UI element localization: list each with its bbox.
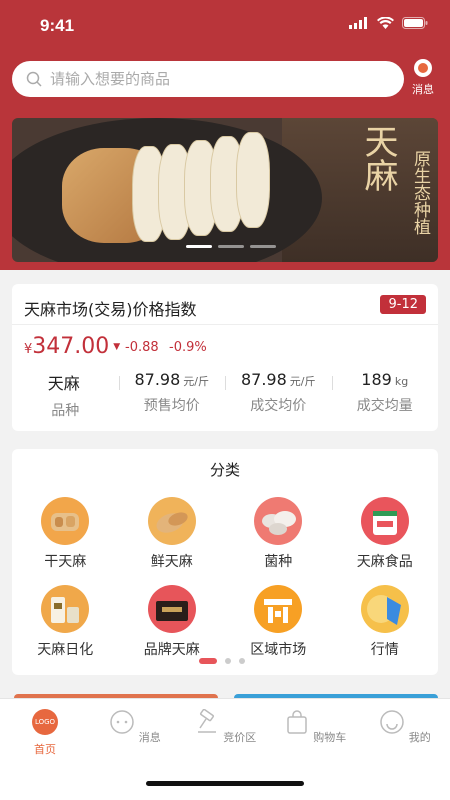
search-icon: [26, 71, 42, 87]
category-market-trend[interactable]: 行情: [332, 585, 439, 659]
price-change-percent: -0.9%: [169, 340, 207, 355]
signal-icon: [349, 17, 367, 29]
home-indicator: [146, 781, 304, 786]
current-price: ¥347.00 ▼: [24, 334, 120, 359]
category-label: 品牌天麻: [143, 642, 200, 658]
stat-value: 87.98: [240, 370, 287, 389]
tab-messages[interactable]: 消息: [90, 709, 180, 745]
category-page-dot[interactable]: [199, 658, 217, 664]
category-tianma-cosmetics[interactable]: 天麻日化: [12, 585, 119, 659]
category-title: 分类: [209, 461, 240, 479]
stat-label: 成交均价: [250, 398, 307, 414]
tab-label: 首页: [34, 743, 56, 756]
stat-deal-avg: 87.98 元/斤 成交均价: [225, 370, 332, 420]
banner-dot[interactable]: [186, 245, 212, 248]
search-input[interactable]: [50, 70, 370, 88]
tab-label: 我的: [408, 731, 431, 744]
stat-variety: 天麻 品种: [12, 370, 119, 420]
banner-pagination: [186, 245, 276, 248]
date-badge: 9-12: [380, 295, 426, 314]
bag-icon: [287, 710, 307, 734]
category-label: 天麻日化: [37, 642, 94, 658]
tab-cart[interactable]: 购物车: [270, 709, 360, 745]
mushroom-icon: [254, 497, 303, 545]
stat-unit: 元/斤: [289, 375, 316, 388]
profile-icon: [380, 710, 404, 734]
gavel-icon: [197, 708, 216, 733]
search-row: 消息: [12, 59, 438, 99]
tab-label: 消息: [138, 731, 161, 744]
category-regional-market[interactable]: 区域市场: [225, 585, 332, 659]
message-button[interactable]: 消息: [408, 59, 438, 103]
category-tianma-food[interactable]: 天麻食品: [332, 497, 439, 571]
stat-value: 189: [361, 370, 392, 389]
stat-unit: 元/斤: [183, 375, 210, 388]
trend-icon: [360, 585, 409, 633]
battery-icon: [402, 17, 428, 29]
stat-label: 预售均价: [143, 398, 200, 414]
category-pagination: [199, 658, 245, 664]
down-arrow-icon: ▼: [113, 342, 121, 352]
message-label: 消息: [412, 83, 434, 96]
category-card: 分类 干天麻 鲜天麻 菌种 天麻食品 天麻日化 品牌天麻 区域市场 行情: [12, 449, 438, 675]
stat-deal-volume: 189 kg 成交均量: [331, 370, 439, 420]
price-index-card[interactable]: 天麻市场(交易)价格指数 9-12 ¥347.00 ▼ -0.88 -0.9% 天…: [12, 284, 438, 431]
category-dried-tianma[interactable]: 干天麻: [12, 497, 119, 571]
tab-bidding[interactable]: 竞价区: [180, 708, 270, 745]
category-page-dot[interactable]: [239, 658, 245, 664]
category-fresh-tianma[interactable]: 鲜天麻: [119, 497, 226, 571]
cosmetics-icon: [41, 585, 90, 633]
divider: [12, 324, 438, 325]
category-label: 区域市场: [250, 642, 307, 658]
category-label: 菌种: [264, 554, 293, 570]
stat-unit: kg: [394, 375, 409, 388]
category-brand-tianma[interactable]: 品牌天麻: [119, 585, 226, 659]
price-index-title: 天麻市场(交易)价格指数: [24, 300, 197, 319]
tab-label: 购物车: [313, 731, 347, 744]
market-icon: [254, 585, 303, 633]
stat-label: 成交均量: [356, 398, 413, 414]
status-icons: [349, 17, 428, 29]
search-bar[interactable]: [12, 61, 404, 97]
stat-label: 品种: [51, 403, 80, 419]
message-icon: [414, 59, 432, 77]
banner-slice-image: [236, 132, 270, 228]
stat-value: 87.98: [134, 370, 181, 389]
dried-tianma-icon: [41, 497, 90, 545]
fresh-tianma-icon: [147, 497, 196, 545]
tab-label: 竞价区: [223, 731, 257, 744]
category-grid: 干天麻 鲜天麻 菌种 天麻食品 天麻日化 品牌天麻 区域市场 行情: [12, 497, 438, 659]
banner-dot[interactable]: [218, 245, 244, 248]
category-label: 干天麻: [44, 554, 87, 570]
category-label: 鲜天麻: [150, 554, 193, 570]
promo-banner[interactable]: 天麻 原生态种植: [12, 118, 438, 262]
price-value: 347.00: [32, 334, 110, 359]
category-label: 行情: [370, 642, 399, 658]
logo-icon: LOGO: [32, 709, 58, 735]
price-change: -0.88: [125, 340, 159, 355]
wifi-icon: [377, 17, 394, 29]
status-bar: 9:41: [0, 0, 450, 54]
status-time: 9:41: [40, 16, 75, 35]
tab-home[interactable]: LOGO 首页: [0, 709, 90, 757]
category-mushroom[interactable]: 菌种: [225, 497, 332, 571]
banner-subtitle: 原生态种植: [410, 150, 430, 235]
brand-box-icon: [147, 585, 196, 633]
chat-icon: [110, 710, 134, 734]
banner-title: 天麻: [358, 124, 398, 192]
category-label: 天麻食品: [356, 554, 413, 570]
category-page-dot[interactable]: [225, 658, 231, 664]
stat-presale-avg: 87.98 元/斤 预售均价: [118, 370, 226, 420]
tab-profile[interactable]: 我的: [360, 709, 450, 745]
stat-value: 天麻: [47, 374, 80, 393]
banner-dot[interactable]: [250, 245, 276, 248]
price-stats: 天麻 品种 87.98 元/斤 预售均价 87.98 元/斤 成交均价 189 kg …: [12, 370, 438, 420]
food-jar-icon: [360, 497, 409, 545]
